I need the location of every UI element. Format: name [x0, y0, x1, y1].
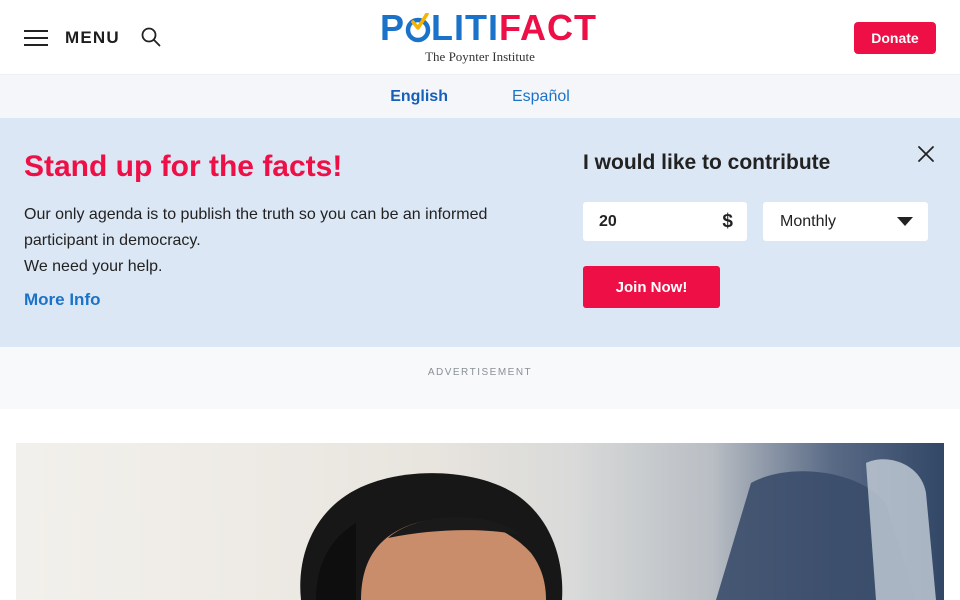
close-icon[interactable] [916, 144, 936, 164]
advertisement-label: ADVERTISEMENT [427, 367, 533, 378]
hamburger-icon [24, 30, 48, 46]
site-header: MENU P LITIFACT The Poynter Institute Don… [0, 0, 960, 75]
donate-button[interactable]: Donate [854, 22, 936, 54]
contribute-banner: Stand up for the facts! Our only agenda … [0, 118, 960, 347]
more-info-link[interactable]: More Info [24, 290, 101, 310]
article-photo[interactable] [16, 443, 944, 600]
frequency-value: Monthly [780, 212, 837, 230]
banner-text: Our only agenda is to publish the truth … [24, 202, 544, 280]
menu-button[interactable]: MENU [24, 24, 120, 52]
logo-tagline: The Poynter Institute [425, 49, 535, 64]
language-bar: English Español [0, 75, 960, 118]
dollar-icon: $ [722, 210, 733, 232]
language-link-english[interactable]: English [390, 88, 448, 106]
logo-check-icon [405, 13, 431, 43]
menu-label: MENU [65, 28, 120, 47]
amount-input[interactable]: 20 $ [583, 202, 747, 241]
frequency-select[interactable]: Monthly [763, 202, 928, 241]
contribute-title: I would like to contribute [583, 151, 831, 174]
banner-text-line: We need your help. [24, 258, 163, 275]
logo-wordmark: P LITIFACT [380, 7, 597, 48]
search-icon[interactable] [140, 26, 162, 48]
advertisement-area: ADVERTISEMENT [0, 347, 960, 409]
join-now-button[interactable]: Join Now! [583, 266, 720, 308]
chevron-down-icon [897, 217, 913, 226]
site-logo[interactable]: P LITIFACT The Poynter Institute [380, 7, 597, 65]
banner-text-line: Our only agenda is to publish the truth … [24, 206, 488, 249]
language-link-espanol[interactable]: Español [512, 88, 570, 106]
amount-value: 20 [599, 212, 617, 230]
banner-title: Stand up for the facts! [24, 150, 343, 183]
